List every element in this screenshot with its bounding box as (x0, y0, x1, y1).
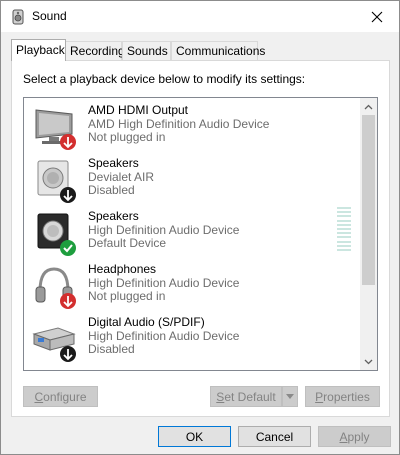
close-icon (371, 11, 383, 22)
device-description: High Definition Audio Device (88, 223, 240, 237)
device-name: AMD HDMI Output (88, 103, 189, 117)
volume-level-meter (337, 207, 351, 251)
sound-dialog: Sound Playback Recording Sounds Communic… (0, 0, 400, 455)
digital-audio-icon (30, 316, 80, 364)
device-description: High Definition Audio Device (88, 329, 240, 343)
scroll-up-button[interactable] (360, 98, 377, 115)
speaker-icon (30, 210, 80, 258)
scroll-thumb[interactable] (362, 115, 375, 285)
device-item-headphones[interactable]: Headphones High Definition Audio Device … (24, 260, 360, 313)
ok-button[interactable]: OK (158, 426, 231, 447)
properties-button[interactable]: Properties (305, 386, 380, 407)
speaker-title-icon (10, 9, 26, 25)
device-item-digital-audio[interactable]: Digital Audio (S/PDIF) High Definition A… (24, 313, 360, 366)
monitor-icon (30, 104, 80, 152)
device-item-amd-hdmi[interactable]: AMD HDMI Output AMD High Definition Audi… (24, 101, 360, 154)
apply-button[interactable]: Apply (318, 426, 391, 447)
device-status: Not plugged in (88, 289, 166, 303)
tab-playback[interactable]: Playback (11, 39, 66, 61)
device-list-scrollbar[interactable] (360, 98, 377, 370)
green-check-badge (60, 240, 76, 256)
title-bar: Sound (1, 1, 399, 32)
tab-communications[interactable]: Communications (171, 41, 265, 60)
red-down-arrow-badge (60, 134, 76, 150)
device-description: AMD High Definition Audio Device (88, 117, 270, 131)
speaker-icon (30, 157, 80, 205)
device-name: Speakers (88, 209, 139, 223)
red-down-arrow-badge (60, 293, 76, 309)
device-description: Devialet AIR (88, 170, 155, 184)
device-status: Disabled (88, 183, 135, 197)
scroll-down-button[interactable] (360, 353, 377, 370)
device-name: Headphones (88, 262, 157, 276)
close-button[interactable] (355, 1, 399, 32)
black-down-arrow-badge (60, 187, 76, 203)
device-status: Default Device (88, 236, 167, 250)
playback-panel: Select a playback device below to modify… (11, 60, 390, 417)
chevron-down-icon (364, 359, 373, 364)
device-item-speakers-devialet[interactable]: Speakers Devialet AIR Disabled (24, 154, 360, 207)
set-default-dropdown-button[interactable] (282, 386, 298, 407)
device-list[interactable]: AMD HDMI Output AMD High Definition Audi… (23, 97, 378, 371)
set-default-button[interactable]: Set Default (210, 386, 282, 407)
device-item-speakers-hd-audio[interactable]: Speakers High Definition Audio Device De… (24, 207, 360, 260)
chevron-up-icon (364, 104, 373, 109)
instruction-text: Select a playback device below to modify… (23, 72, 306, 86)
device-description: High Definition Audio Device (88, 276, 240, 290)
window-title: Sound (32, 9, 67, 23)
tab-recording[interactable]: Recording (65, 41, 125, 60)
device-name: Speakers (88, 156, 139, 170)
headphones-icon (30, 263, 80, 311)
black-down-arrow-badge (60, 346, 76, 362)
chevron-down-icon (286, 394, 294, 399)
configure-button[interactable]: Configure (23, 386, 98, 407)
device-status: Not plugged in (88, 130, 166, 144)
device-status: Disabled (88, 342, 135, 356)
cancel-button[interactable]: Cancel (238, 426, 311, 447)
tab-sounds[interactable]: Sounds (122, 41, 171, 60)
device-name: Digital Audio (S/PDIF) (88, 315, 205, 329)
